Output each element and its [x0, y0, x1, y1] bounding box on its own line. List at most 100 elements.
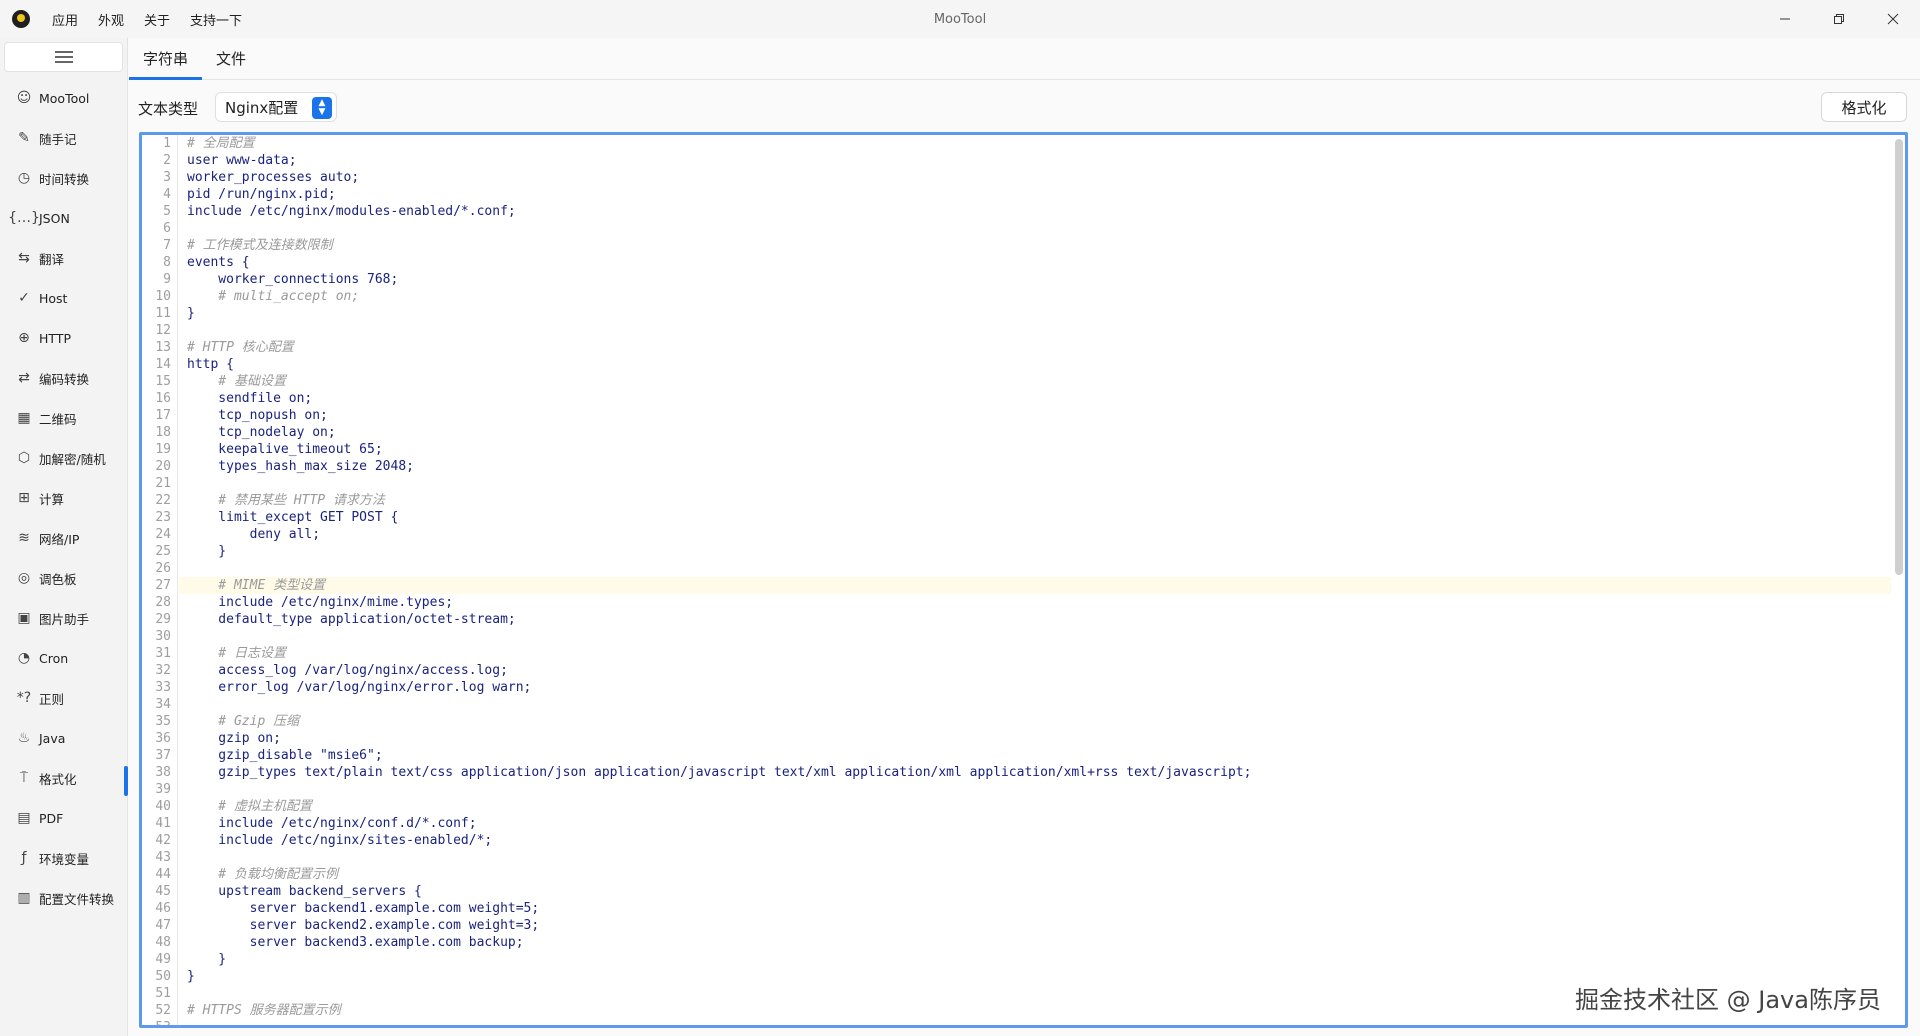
tab-string[interactable]: 字符串 [129, 37, 203, 80]
code-line-text: gzip on; [187, 731, 281, 746]
sidebar-item[interactable]: ◔ Cron [0, 638, 127, 678]
text-type-value: Nginx配置 [225, 98, 299, 117]
menu-app[interactable]: 应用 [52, 10, 78, 29]
sidebar-item[interactable]: ⇄ 编码转换 [0, 358, 127, 398]
restore-icon [1834, 14, 1844, 24]
code-line: } [179, 305, 1891, 322]
code-line-text: # 虚拟主机配置 [187, 799, 312, 814]
sidebar-item[interactable]: ⇆ 翻译 [0, 238, 127, 278]
code-line-text: include /etc/nginx/mime.types; [187, 595, 454, 610]
code-line-text: } [187, 306, 195, 321]
sidebar-item[interactable]: ▥ 配置文件转换 [0, 878, 127, 918]
code-line [179, 1019, 1891, 1025]
sidebar-item-icon: ⇄ [18, 370, 30, 386]
code-line: gzip on; [179, 730, 1891, 747]
line-number: 4 [163, 187, 171, 202]
close-button[interactable] [1866, 0, 1920, 38]
tab-file[interactable]: 文件 [202, 37, 260, 79]
menu-appearance[interactable]: 外观 [98, 10, 124, 29]
sidebar-nav: ☺ MooTool ✎ 随手记 ◷ 时间转换 {…} JSON ⇆ 翻译 ✓ Host ⊕ HTTP ⇄ 编码… [0, 78, 128, 918]
line-number: 22 [155, 493, 171, 508]
line-number: 20 [155, 459, 171, 474]
code-line-text: pid /run/nginx.pid; [187, 187, 336, 202]
editor-scrollbar[interactable] [1895, 139, 1903, 575]
hamburger-icon [54, 51, 73, 63]
sidebar: ☺ MooTool ✎ 随手记 ◷ 时间转换 {…} JSON ⇆ 翻译 ✓ Host ⊕ HTTP ⇄ 编码… [0, 38, 128, 1036]
line-number-gutter: 1 2 3 4 5 6 7 8 9 10 11 12 13 14 15 16 17 18 19 20 21 22 23 24 2… [142, 135, 178, 1025]
format-button[interactable]: 格式化 [1821, 92, 1907, 122]
line-number: 32 [155, 663, 171, 678]
window-controls [1758, 0, 1920, 38]
sidebar-item-icon: ✓ [18, 290, 30, 306]
line-number: 28 [155, 595, 171, 610]
minimize-button[interactable] [1758, 0, 1812, 38]
sidebar-item-label: MooTool [39, 90, 90, 106]
code-line: http { [179, 356, 1891, 373]
sidebar-item[interactable]: ♨ Java [0, 718, 127, 758]
line-number: 26 [155, 561, 171, 576]
title-bar: 应用 外观 关于 支持一下 MooTool [0, 0, 1920, 38]
code-line-text: # 全局配置 [187, 136, 255, 151]
line-number: 34 [155, 697, 171, 712]
code-line-text: } [187, 969, 195, 984]
sidebar-item-icon: ⇆ [18, 250, 30, 266]
code-editor[interactable]: 1 2 3 4 5 6 7 8 9 10 11 12 13 14 15 16 17 18 19 20 21 22 23 24 2… [139, 132, 1908, 1028]
code-line: # 禁用某些 HTTP 请求方法 [179, 492, 1891, 509]
sidebar-item[interactable]: *? 正则 [0, 678, 127, 718]
code-line: # multi_accept on; [179, 288, 1891, 305]
line-number: 50 [155, 969, 171, 984]
code-line: tcp_nodelay on; [179, 424, 1891, 441]
menu-about[interactable]: 关于 [144, 10, 170, 29]
line-number: 9 [163, 272, 171, 287]
sidebar-item-label: 二维码 [39, 411, 77, 427]
line-number: 24 [155, 527, 171, 542]
code-line-text: server backend3.example.com backup; [187, 935, 524, 950]
sidebar-item[interactable]: ⊕ HTTP [0, 318, 127, 358]
sidebar-item[interactable]: ⍑ 格式化 [0, 758, 128, 798]
restore-button[interactable] [1812, 0, 1866, 38]
sidebar-item[interactable]: ▦ 二维码 [0, 398, 127, 438]
text-type-select[interactable]: Nginx配置 ▲ ▼ [215, 92, 337, 122]
sidebar-item[interactable]: ⊞ 计算 [0, 478, 127, 518]
code-line-text: worker_processes auto; [187, 170, 360, 185]
sidebar-item[interactable]: ◷ 时间转换 [0, 158, 127, 198]
code-line: server backend3.example.com backup; [179, 934, 1891, 951]
code-text-area[interactable]: # 全局配置 user www-data; worker_processes aut… [179, 135, 1891, 1025]
hamburger-button[interactable] [4, 42, 123, 72]
sidebar-item[interactable]: {…} JSON [0, 198, 127, 238]
code-line-text: tcp_nopush on; [187, 408, 328, 423]
sidebar-item-label: 网络/IP [39, 531, 80, 547]
sidebar-item[interactable]: ƒ 环境变量 [0, 838, 127, 878]
code-line-text: # Gzip 压缩 [187, 714, 300, 729]
sidebar-item[interactable]: ≋ 网络/IP [0, 518, 127, 558]
code-line: include /etc/nginx/sites-enabled/*; [179, 832, 1891, 849]
sidebar-item[interactable]: ⬡ 加解密/随机 [0, 438, 127, 478]
line-number: 3 [163, 170, 171, 185]
code-line-text: keepalive_timeout 65; [187, 442, 383, 457]
code-line: include /etc/nginx/conf.d/*.conf; [179, 815, 1891, 832]
text-type-label: 文本类型 [138, 100, 199, 118]
code-line: include /etc/nginx/mime.types; [179, 594, 1891, 611]
sidebar-item[interactable]: ▤ PDF [0, 798, 127, 838]
menu-support[interactable]: 支持一下 [190, 10, 242, 29]
code-line-text: events { [187, 255, 250, 270]
sidebar-item[interactable]: ✓ Host [0, 278, 127, 318]
code-line: # 全局配置 [179, 135, 1891, 152]
sidebar-item[interactable]: ✎ 随手记 [0, 118, 127, 158]
sidebar-item[interactable]: ◎ 调色板 [0, 558, 127, 598]
line-number: 49 [155, 952, 171, 967]
sidebar-item[interactable]: ▣ 图片助手 [0, 598, 127, 638]
line-number: 44 [155, 867, 171, 882]
code-line: } [179, 951, 1891, 968]
sidebar-item[interactable]: ☺ MooTool [0, 78, 127, 118]
code-line: sendfile on; [179, 390, 1891, 407]
code-line: gzip_types text/plain text/css applicati… [179, 764, 1891, 781]
minimize-icon [1780, 18, 1790, 20]
code-line-text: # HTTPS 服务器配置示例 [187, 1003, 341, 1018]
sidebar-item-label: 调色板 [39, 571, 77, 587]
sidebar-item-icon: ▤ [17, 810, 31, 826]
